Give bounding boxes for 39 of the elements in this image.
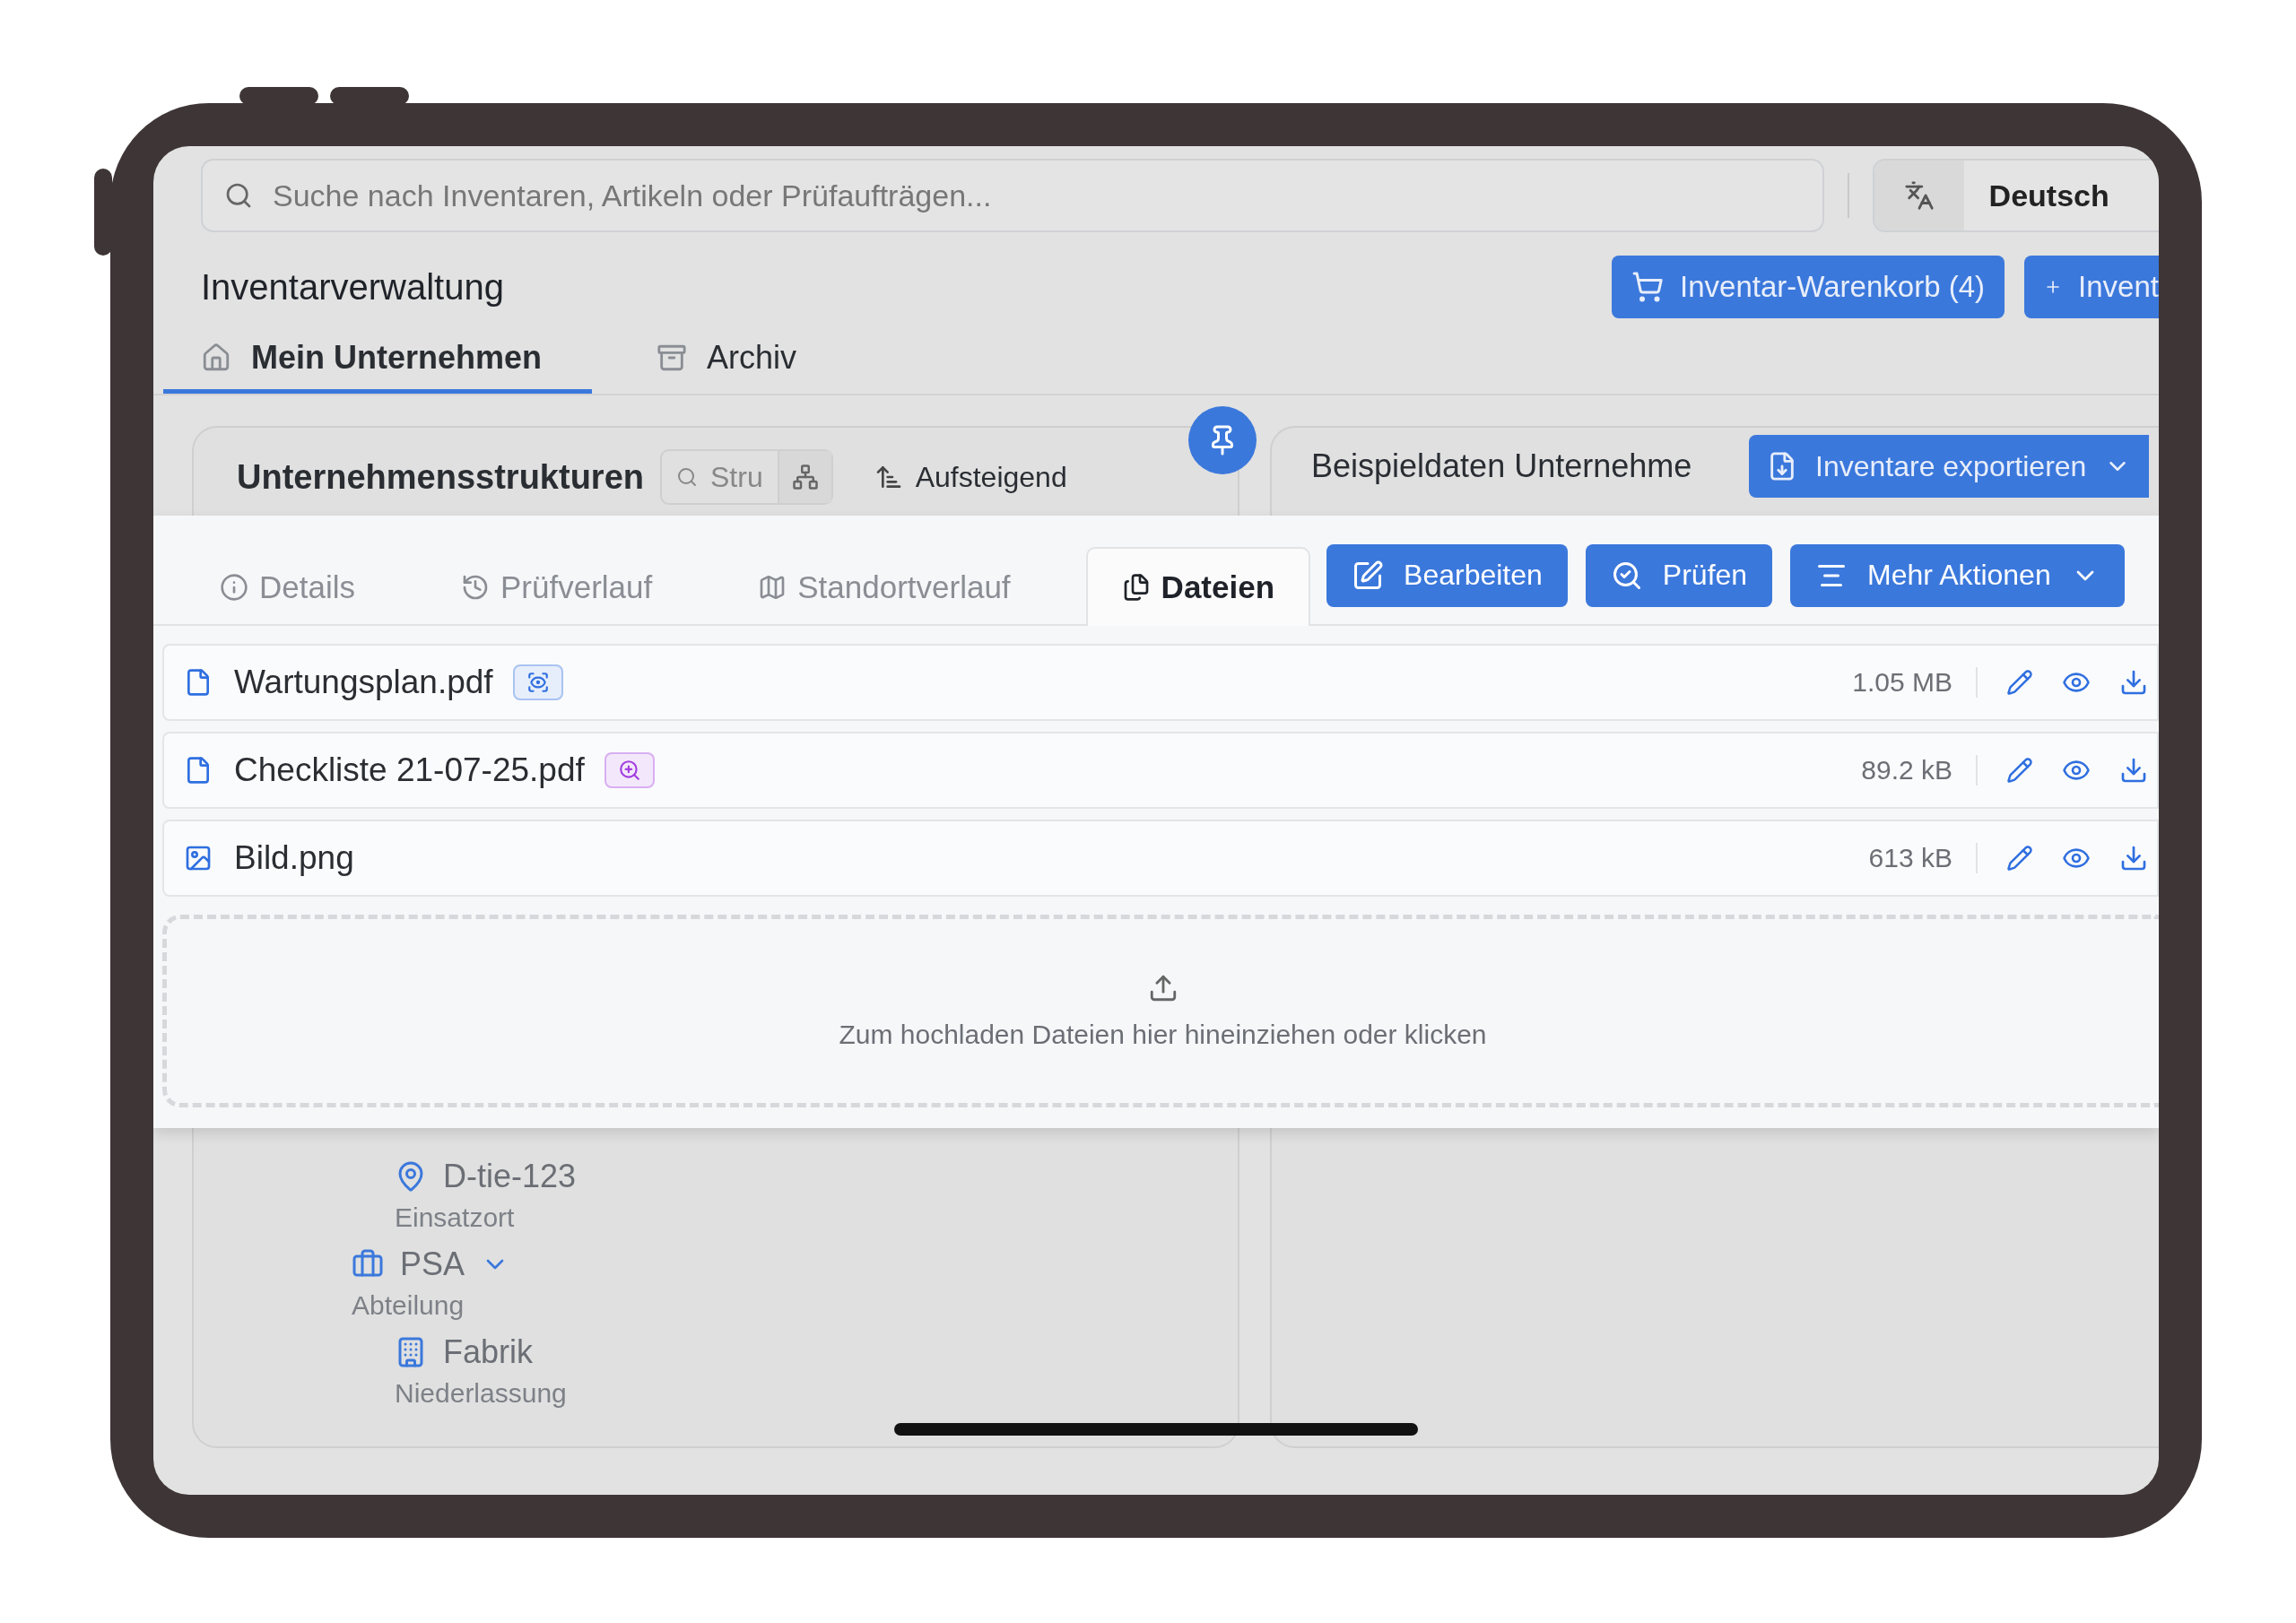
file-row[interactable]: Wartungsplan.pdf 1.05 MB — [162, 644, 2159, 721]
upload-dropzone[interactable]: Zum hochladen Dateien hier hineinziehen oder klicken — [162, 915, 2159, 1107]
structure-search-placeholder: Stru — [710, 460, 763, 494]
sheet-tab[interactable]: Details — [189, 547, 386, 626]
file-row[interactable]: Bild.png 613 kB — [162, 820, 2159, 897]
edit-button[interactable]: Bearbeiten — [1326, 543, 1568, 607]
cart-button[interactable]: Inventar-Warenkorb (4) — [1612, 256, 2005, 318]
file-size: 1.05 MB — [1852, 667, 1978, 698]
main-tab[interactable]: Mein Unternehmen — [163, 325, 593, 394]
language-label: Deutsch — [1987, 178, 2109, 213]
dropzone-text: Zum hochladen Dateien hier hineinziehen oder klicken — [839, 1019, 1487, 1050]
panel-title: Beispieldaten Unternehme — [1311, 447, 1693, 485]
sheet-tab[interactable]: Prüfverlauf — [430, 547, 683, 626]
search-field[interactable]: Suche nach Inventaren, Artikeln oder Prüfaufträgen... — [201, 159, 1824, 232]
main-tab[interactable]: Archiv — [619, 325, 833, 394]
tree-item-type: Einsatzort — [395, 1202, 516, 1233]
language-selector[interactable]: Deutsch — [1872, 159, 2159, 232]
tree-item-type: Abteilung — [352, 1290, 465, 1321]
file-row[interactable]: Checkliste 21-07-25.pdf 89.2 kB — [162, 732, 2159, 809]
file-name: Checkliste 21-07-25.pdf — [234, 751, 585, 789]
inspect-button[interactable]: Prüfen — [1585, 543, 1773, 607]
structure-search-field[interactable]: Stru — [660, 449, 833, 505]
add-button[interactable]: Invent — [2024, 256, 2159, 318]
file-name: Wartungsplan.pdf — [234, 664, 493, 701]
file-size: 89.2 kB — [1861, 755, 1978, 785]
sheet-tab[interactable]: Standortverlauf — [727, 547, 1041, 626]
tree-item-type: Niederlassung — [395, 1378, 568, 1409]
page-title: Inventarverwaltung — [201, 266, 505, 308]
export-button[interactable]: Inventare exportieren — [1749, 435, 2150, 498]
search-placeholder: Suche nach Inventaren, Artikeln oder Prüfaufträgen... — [273, 178, 992, 213]
file-size: 613 kB — [1868, 843, 1978, 873]
sheet-tab[interactable]: Dateien — [1085, 547, 1311, 626]
sort-button[interactable]: Aufsteigend — [868, 459, 1073, 495]
tree-item-label[interactable]: D-tie-123 — [443, 1158, 577, 1195]
file-name: Bild.png — [234, 839, 354, 877]
panel-title: Unternehmensstrukturen — [237, 457, 644, 497]
tree-item-label[interactable]: Fabrik — [443, 1333, 534, 1371]
more-actions-button[interactable]: Mehr Aktionen — [1790, 543, 2125, 607]
tree-item-label[interactable]: PSA — [400, 1245, 465, 1283]
